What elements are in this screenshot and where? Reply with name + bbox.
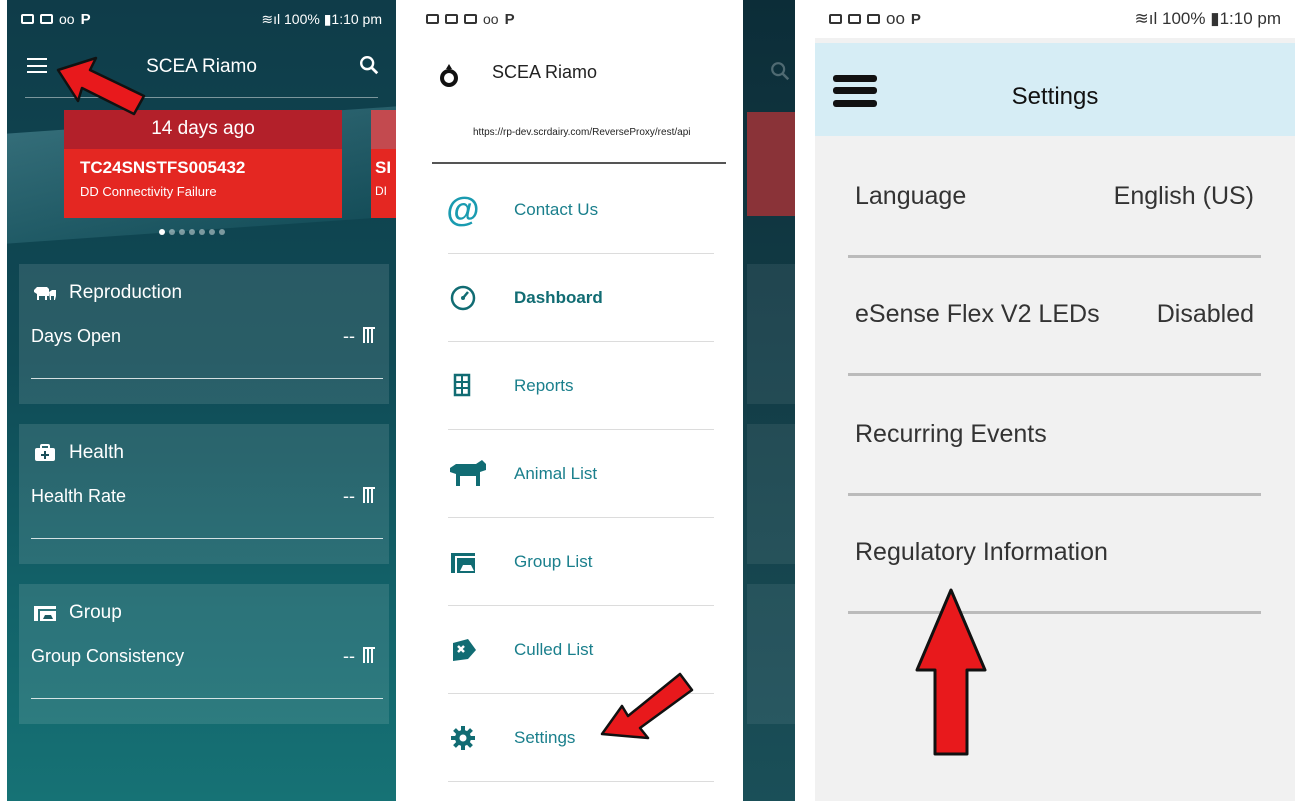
video-icon [21, 14, 34, 24]
battery-icon: ▮ [1205, 9, 1220, 28]
setting-value: Disabled [1156, 300, 1254, 328]
status-bar: ᴏᴏ P ≋ıl 100% ▮1:10 pm [7, 0, 396, 38]
status-time: 1:10 pm [331, 10, 382, 27]
metric-label: Group Consistency [31, 646, 185, 666]
parking-icon: P [910, 10, 921, 28]
dimmed-home-background[interactable] [743, 0, 795, 801]
setting-regulatory-information[interactable]: Regulatory Information [848, 496, 1261, 614]
trash-icon[interactable] [363, 327, 375, 343]
battery-percent: 100% [1162, 9, 1206, 28]
search-icon[interactable] [358, 54, 380, 76]
alert-id: TC24SNSTFS005432 [80, 158, 246, 177]
status-notification-icons: ᴏᴏ P [829, 9, 921, 29]
alert-message: DD Connectivity Failure [80, 184, 217, 199]
alert-age: 14 days ago [64, 110, 342, 149]
menu-item-contact-us[interactable]: @ Contact Us [446, 166, 714, 254]
drawer-title: SCEA Riamo [492, 62, 598, 82]
cow-calf-icon [34, 287, 56, 300]
alert-card[interactable]: 14 days ago TC24SNSTFS005432 DD Connecti… [64, 110, 342, 218]
metric-label: Days Open [31, 326, 122, 346]
voicemail-icon: ᴏᴏ [59, 11, 75, 27]
setting-esense-leds[interactable]: eSense Flex V2 LEDs Disabled [848, 258, 1261, 376]
menu-item-dashboard[interactable]: Dashboard [448, 254, 714, 342]
settings-screen: ᴏᴏ P ≋ıl 100% ▮1:10 pm Settings Language… [815, 0, 1295, 801]
menu-item-animal-list[interactable]: Animal List [448, 430, 714, 518]
image-icon [426, 14, 439, 24]
search-icon [771, 62, 790, 81]
home-screen: ᴏᴏ P ≋ıl 100% ▮1:10 pm SCEA Riamo 14 day… [7, 0, 396, 801]
next-alert-id: SI [375, 158, 392, 177]
parking-icon: P [80, 10, 91, 28]
status-bar: ᴏᴏ P ≋ıl 100% ▮1:10 pm [815, 0, 1295, 38]
next-alert-card[interactable]: SI DI [371, 110, 396, 218]
card-title: Reproduction [69, 282, 183, 303]
status-bar: ᴏᴏ P [412, 0, 743, 38]
at-sign-icon: @ [446, 190, 480, 229]
card-divider [31, 698, 383, 699]
message-icon [40, 14, 53, 24]
image-icon [829, 14, 842, 24]
setting-value: English (US) [1113, 182, 1254, 210]
video-icon [848, 14, 861, 24]
drawer-divider [432, 162, 726, 164]
metric-value: -- [343, 326, 355, 346]
settings-header: Settings [815, 43, 1295, 136]
status-time: 1:10 pm [1219, 9, 1281, 28]
next-alert-message: DI [375, 184, 387, 198]
health-card[interactable]: Health Health Rate -- [19, 424, 389, 564]
message-icon [464, 14, 477, 24]
group-card[interactable]: Group Group Consistency -- [19, 584, 389, 724]
group-pen-icon [34, 606, 56, 621]
medical-kit-icon [35, 444, 55, 461]
status-right: ≋ıl 100% ▮1:10 pm [261, 11, 382, 28]
drawer-screen: ᴏᴏ P SCEA Riamo https://rp-dev.scrdairy.… [412, 0, 795, 801]
menu-item-reports[interactable]: Reports [448, 342, 714, 430]
cow-icon [450, 460, 486, 486]
card-divider [31, 378, 383, 379]
culled-icon [453, 639, 476, 661]
status-notification-icons: ᴏᴏ P [21, 11, 91, 28]
header-divider [25, 97, 378, 98]
page-title: Settings [1011, 83, 1099, 110]
trash-icon[interactable] [363, 487, 375, 503]
menu-item-settings[interactable]: Settings [448, 694, 714, 782]
voicemail-icon: ᴏᴏ [886, 9, 905, 28]
card-title: Health [69, 442, 124, 463]
message-icon [867, 14, 880, 24]
menu-item-group-list[interactable]: Group List [448, 518, 714, 606]
menu-item-culled-list[interactable]: Culled List [448, 606, 714, 694]
card-divider [31, 538, 383, 539]
voicemail-icon: ᴏᴏ [483, 11, 499, 27]
droplet-logo-icon [440, 64, 458, 87]
carousel-dots[interactable] [159, 229, 225, 235]
metric-value: -- [343, 646, 355, 666]
metric-value: -- [343, 486, 355, 506]
battery-percent: 100% [284, 10, 320, 27]
trash-icon[interactable] [363, 647, 375, 663]
status-right: ≋ıl 100% ▮1:10 pm [1135, 9, 1281, 29]
reports-icon [453, 373, 471, 397]
parking-icon: P [504, 10, 515, 28]
navigation-drawer: ᴏᴏ P SCEA Riamo https://rp-dev.scrdairy.… [412, 0, 743, 801]
wifi-signal-icon: ≋ıl [1134, 9, 1162, 28]
app-header: SCEA Riamo [7, 38, 396, 98]
reproduction-card[interactable]: Reproduction Days Open -- [19, 264, 389, 404]
group-pen-icon [451, 553, 475, 573]
metric-label: Health Rate [31, 486, 127, 506]
farm-title: SCEA Riamo [146, 56, 257, 77]
wifi-signal-icon: ≋ıl [261, 10, 284, 27]
battery-icon: ▮ [319, 10, 332, 27]
setting-language[interactable]: Language English (US) [848, 140, 1261, 258]
dashboard-gauge-icon [450, 285, 476, 311]
server-url: https://rp-dev.scrdairy.com/ReverseProxy… [473, 127, 691, 138]
setting-recurring-events[interactable]: Recurring Events [848, 378, 1261, 496]
status-notification-icons: ᴏᴏ P [426, 11, 515, 28]
video-icon [445, 14, 458, 24]
gear-icon [451, 726, 475, 750]
card-title: Group [69, 602, 122, 623]
